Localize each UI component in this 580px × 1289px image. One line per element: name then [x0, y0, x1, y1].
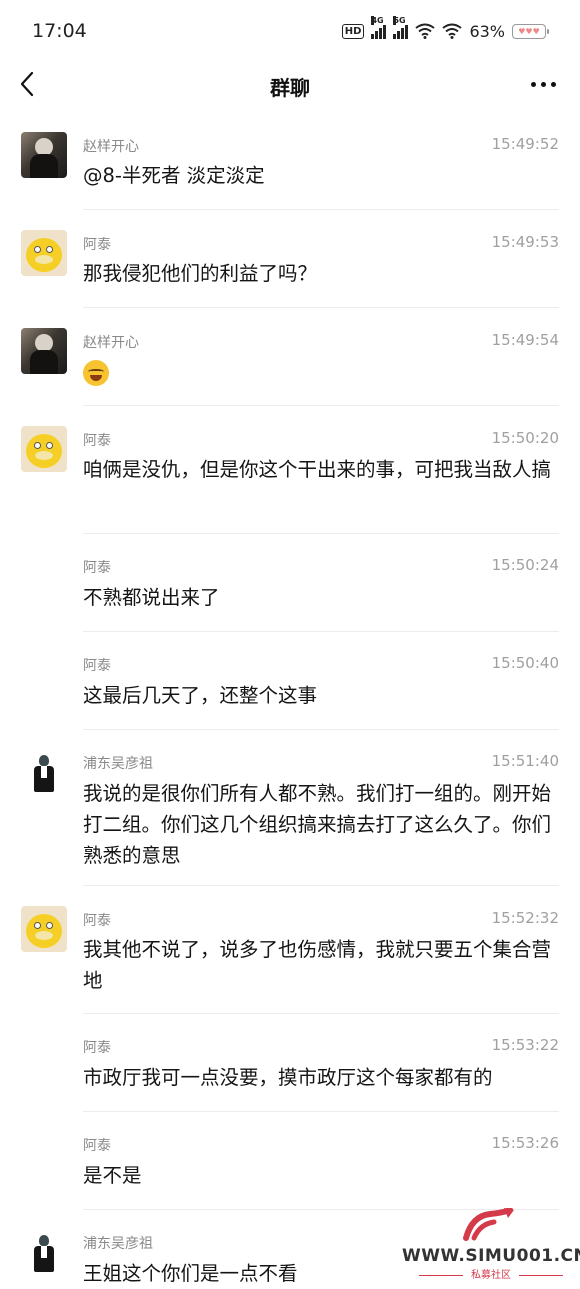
avatar[interactable]: [21, 328, 67, 374]
sender-name: 赵样开心: [83, 335, 139, 351]
status-icons: HD 4G 5G 63% ♥♥♥: [341, 16, 549, 41]
wifi-icon: [415, 23, 436, 39]
message-item: 阿泰 15:50:40 这最后几天了，还整个这事: [0, 632, 580, 730]
message-text: 我其他不说了，说多了也伤感情，我就只要五个集合营地: [83, 938, 552, 992]
avatar[interactable]: [21, 1230, 67, 1276]
message-time: 15:49:53: [491, 233, 559, 251]
signal-4g-icon: 4G: [371, 16, 387, 39]
message-time: 15:51:40: [491, 752, 559, 770]
sender-name: 阿泰: [83, 560, 111, 576]
message-item: 阿泰 15:52:32 我其他不说了，说多了也伤感情，我就只要五个集合营地: [0, 886, 580, 1014]
sender-name: 浦东吴彦祖: [83, 756, 153, 772]
battery-percent: 63%: [469, 21, 505, 41]
nav-bar: 群聊: [0, 62, 580, 108]
message-item: 阿泰 15:50:24 不熟都说出来了: [0, 534, 580, 632]
message-text: 我说的是很你们所有人都不熟。我们打一组的。刚开始打二组。你们这几个组织搞来搞去打…: [83, 782, 552, 867]
avatar[interactable]: [21, 906, 67, 952]
message-text: 是不是: [83, 1164, 142, 1187]
avatar[interactable]: [21, 230, 67, 276]
sender-name: 阿泰: [83, 1040, 111, 1056]
status-time: 17:04: [32, 20, 87, 42]
more-options-icon[interactable]: [531, 82, 556, 87]
laughing-tears-emoji-icon: [83, 360, 109, 386]
message-item: 浦东吴彦祖 15:51:40 我说的是很你们所有人都不熟。我们打一组的。刚开始打…: [0, 730, 580, 886]
watermark-logo-icon: [463, 1208, 514, 1241]
message-item: 阿泰 15:53:22 市政厅我可一点没要，摸市政厅这个每家都有的: [0, 1014, 580, 1112]
watermark: WWW.SIMU001.CN 私募社区: [402, 1204, 580, 1284]
message-time: 15:50:40: [491, 654, 559, 672]
message-item: 阿泰 15:53:26 是不是: [0, 1112, 580, 1210]
sender-name: 阿泰: [83, 1138, 111, 1154]
watermark-sub: 私募社区: [402, 1266, 580, 1281]
sender-name: 阿泰: [83, 237, 111, 253]
message-text: 那我侵犯他们的利益了吗？: [83, 262, 318, 285]
hd-voice-icon: HD: [341, 23, 365, 39]
watermark-site: WWW.SIMU001.CN: [402, 1246, 580, 1266]
battery-icon: ♥♥♥: [512, 23, 549, 39]
message-text: 咱俩是没仇，但是你这个干出来的事，可把我当敌人搞: [83, 458, 552, 481]
message-time: 15:49:52: [491, 135, 559, 153]
message-text: @8-半死者 淡定淡定: [83, 164, 265, 187]
page-title: 群聊: [270, 76, 310, 100]
sender-name: 赵样开心: [83, 139, 139, 155]
avatar[interactable]: [21, 132, 67, 178]
status-bar: 17:04 HD 4G 5G 63% ♥♥♥: [0, 0, 580, 62]
message-item: 阿泰 15:50:20 咱俩是没仇，但是你这个干出来的事，可把我当敌人搞: [0, 406, 580, 534]
message-item: 赵样开心 15:49:52 @8-半死者 淡定淡定: [0, 110, 580, 210]
message-item: 阿泰 15:49:53 那我侵犯他们的利益了吗？: [0, 210, 580, 308]
sender-name: 阿泰: [83, 658, 111, 674]
message-time: 15:52:32: [491, 909, 559, 927]
message-time: 15:50:24: [491, 556, 559, 574]
avatar[interactable]: [21, 426, 67, 472]
sender-name: 阿泰: [83, 913, 111, 929]
message-text: 不熟都说出来了: [83, 586, 220, 609]
sender-name: 阿泰: [83, 433, 111, 449]
message-time: 15:49:54: [491, 331, 559, 349]
sender-name: 浦东吴彦祖: [83, 1236, 153, 1252]
message-time: 15:53:26: [491, 1134, 559, 1152]
message-text: 市政厅我可一点没要，摸市政厅这个每家都有的: [83, 1066, 493, 1089]
message-item: 赵样开心 15:49:54: [0, 308, 580, 406]
avatar[interactable]: [21, 750, 67, 796]
message-text: 这最后几天了，还整个这事: [83, 684, 318, 707]
signal-5g-icon: 5G: [393, 16, 409, 39]
message-time: 15:50:20: [491, 429, 559, 447]
message-time: 15:53:22: [491, 1036, 559, 1054]
wifi-icon-2: [442, 23, 463, 39]
